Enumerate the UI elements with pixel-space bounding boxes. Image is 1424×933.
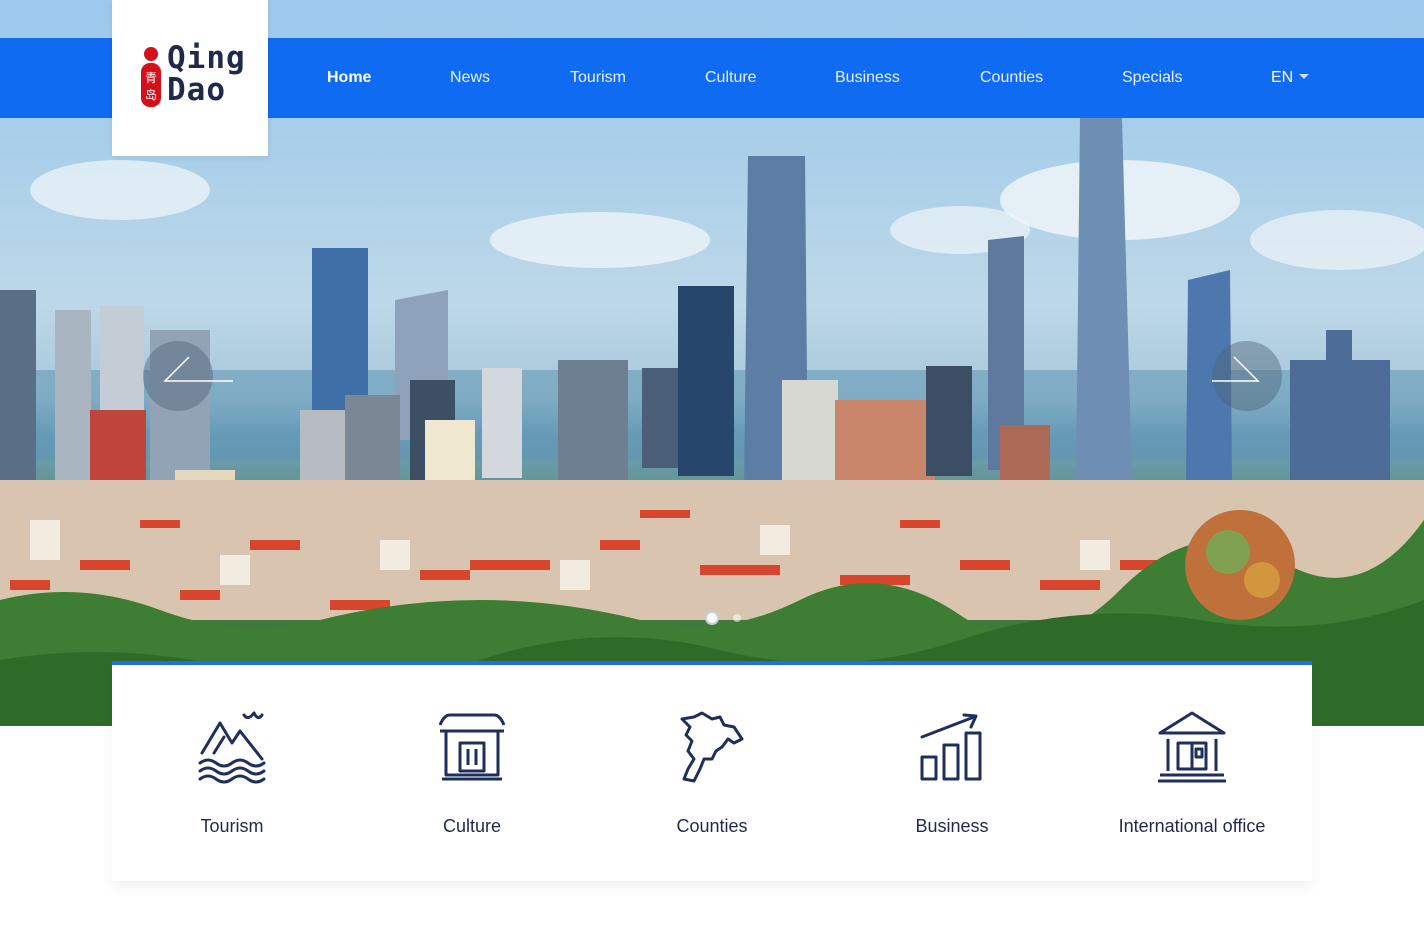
quick-link-label: International office	[1118, 816, 1266, 836]
slider-next-button[interactable]	[1212, 341, 1282, 411]
quick-link-label: Counties	[676, 816, 748, 836]
nav-item-specials[interactable]: Specials	[1122, 38, 1182, 118]
logo-line-1: Qing	[167, 40, 246, 76]
quick-links-panel: Tourism Culture Counties Business Intern…	[112, 661, 1312, 881]
nav-item-news[interactable]: News	[450, 38, 490, 118]
quick-link-business[interactable]: Business	[832, 709, 1072, 849]
quick-link-counties[interactable]: Counties	[592, 709, 832, 849]
nav-list: Home News Tourism Culture Business Count…	[268, 38, 1368, 118]
slider-dot-1[interactable]	[705, 611, 719, 625]
mountain-sea-icon	[198, 711, 266, 784]
logo-line-2: Dao	[167, 72, 226, 108]
seal-text: 青岛	[144, 71, 157, 102]
quick-link-international-office[interactable]: International office	[1072, 709, 1312, 849]
bar-chart-growth-icon	[920, 713, 982, 781]
language-selector[interactable]: EN	[1271, 38, 1310, 118]
quick-link-culture[interactable]: Culture	[352, 709, 592, 849]
arrow-right-icon	[1212, 356, 1260, 382]
arrow-left-icon	[163, 356, 233, 382]
quick-link-tourism[interactable]: Tourism	[112, 709, 352, 849]
language-label: EN	[1271, 69, 1294, 86]
logo-wordmark: Qing Dao	[167, 42, 246, 106]
map-icon	[680, 711, 744, 783]
quick-link-label: Culture	[442, 816, 502, 836]
temple-gate-icon	[438, 713, 506, 781]
nav-item-home[interactable]: Home	[327, 38, 371, 118]
chevron-down-icon	[1299, 73, 1310, 79]
nav-item-tourism[interactable]: Tourism	[570, 38, 626, 118]
site-logo[interactable]: 青岛 Qing Dao	[112, 0, 268, 156]
government-building-icon	[1158, 711, 1226, 783]
nav-item-counties[interactable]: Counties	[980, 38, 1043, 118]
slider-dot-2[interactable]	[733, 614, 741, 622]
slider-pagination	[705, 611, 755, 625]
quick-link-label: Tourism	[200, 816, 264, 836]
slider-prev-button[interactable]	[143, 341, 233, 411]
nav-item-business[interactable]: Business	[835, 38, 900, 118]
nav-item-culture[interactable]: Culture	[705, 38, 757, 118]
quick-link-label: Business	[915, 816, 989, 836]
